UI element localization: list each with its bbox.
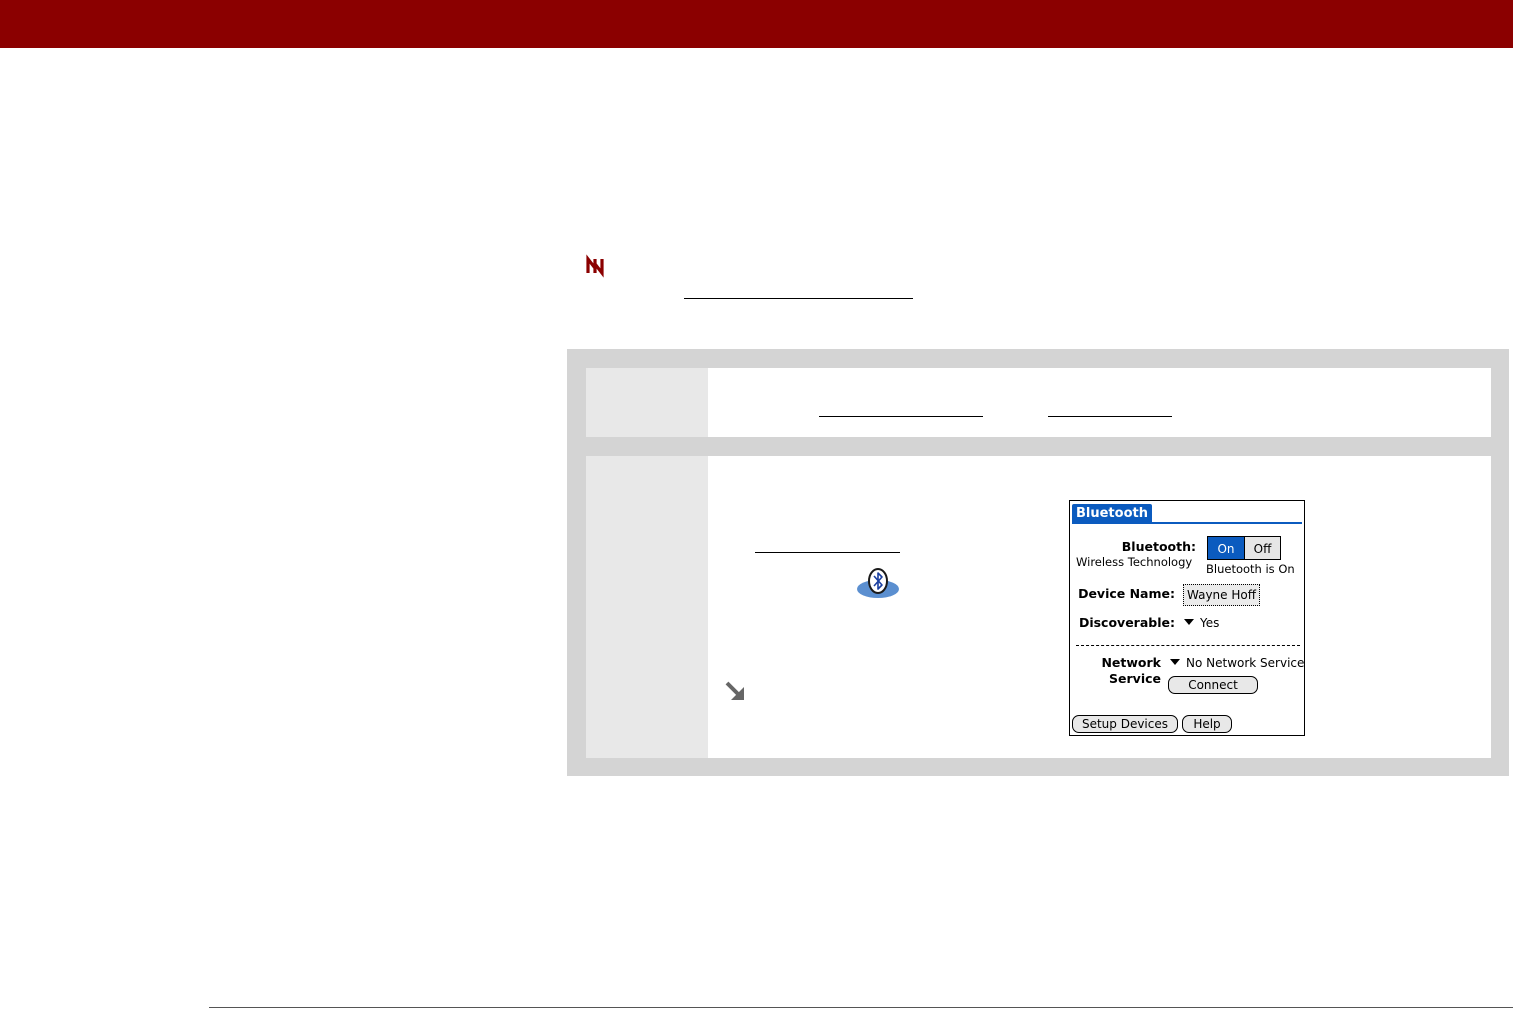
bluetooth-screenshot: Bluetooth Bluetooth: Wireless Technology…	[1069, 500, 1305, 736]
bluetooth-label: Bluetooth:	[1121, 539, 1196, 554]
step-number-cell-2	[586, 456, 708, 758]
service-label: Service	[1109, 671, 1161, 686]
bluetooth-status: Bluetooth is On	[1206, 562, 1295, 576]
step-row-2	[586, 456, 1491, 758]
discoverable-value: Yes	[1200, 616, 1220, 630]
network-service-trigger[interactable]: No Network Service	[1170, 655, 1304, 671]
bluetooth-off-button[interactable]: Off	[1244, 536, 1281, 560]
device-name-field[interactable]: Wayne Hoff	[1183, 584, 1260, 606]
dropdown-arrow-icon	[1184, 619, 1194, 625]
step-number-cell-1	[586, 368, 708, 437]
step1-link-2-underline[interactable]	[1048, 416, 1172, 417]
step1-link-1-underline[interactable]	[819, 416, 983, 417]
step2-link-underline[interactable]	[755, 552, 900, 553]
dropdown-arrow-icon	[1170, 659, 1180, 665]
steps-panel	[567, 349, 1509, 776]
note-icon	[586, 254, 604, 278]
setup-devices-button[interactable]: Setup Devices	[1072, 715, 1178, 733]
discoverable-label: Discoverable:	[1078, 615, 1175, 630]
network-label: Network	[1101, 655, 1161, 670]
bluetooth-on-button[interactable]: On	[1207, 536, 1245, 560]
note-link-underline[interactable]	[684, 298, 913, 299]
network-service-value: No Network Service	[1186, 656, 1305, 670]
device-name-label: Device Name:	[1078, 586, 1175, 601]
discoverable-trigger[interactable]: Yes	[1184, 615, 1219, 631]
tip-arrow-icon	[725, 681, 744, 700]
screen-title: Bluetooth	[1072, 504, 1152, 523]
footer-rule	[209, 1007, 1513, 1008]
connect-button[interactable]: Connect	[1168, 676, 1258, 694]
bluetooth-app-icon[interactable]	[856, 566, 900, 600]
header-bar	[0, 0, 1513, 48]
step-row-1	[586, 368, 1491, 437]
wireless-label: Wireless Technology	[1076, 555, 1193, 569]
separator	[1076, 645, 1300, 646]
help-button[interactable]: Help	[1182, 715, 1232, 733]
